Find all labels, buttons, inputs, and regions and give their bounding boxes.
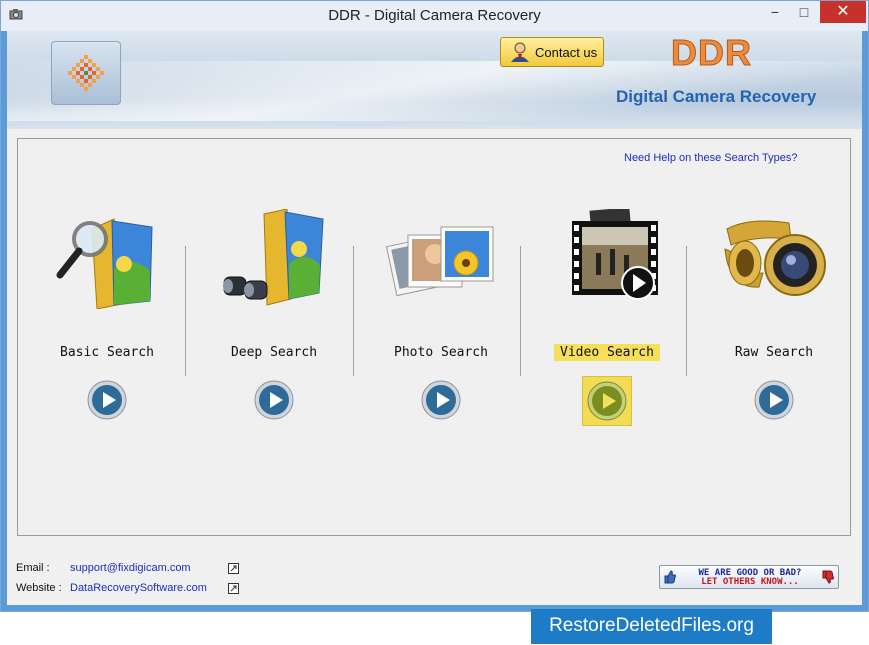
- maximize-button[interactable]: □: [791, 1, 817, 23]
- raw-search-option[interactable]: Raw Search: [694, 209, 854, 439]
- logo-square: [92, 79, 96, 83]
- website-link[interactable]: DataRecoverySoftware.com: [70, 582, 207, 594]
- checker-logo-icon: [68, 55, 104, 91]
- contact-us-label: Contact us: [535, 45, 598, 60]
- basic-search-option[interactable]: Basic Search: [27, 209, 187, 439]
- client-area: Contact us DDR Digital Camera Recovery N…: [7, 31, 862, 605]
- search-types-panel: Need Help on these Search Types? Basic S…: [17, 138, 851, 536]
- email-link[interactable]: support@fixdigicam.com: [70, 562, 191, 574]
- email-label: Email :: [16, 562, 50, 574]
- logo-square: [88, 75, 92, 79]
- logo-square: [88, 59, 92, 63]
- search-label: Photo Search: [394, 345, 488, 360]
- minimize-button[interactable]: −: [761, 1, 789, 23]
- email-row: Email : support@fixdigicam.com: [16, 562, 246, 576]
- website-row: Website : DataRecoverySoftware.com: [16, 582, 246, 596]
- photos-icon: [386, 226, 494, 297]
- logo-square: [84, 79, 88, 83]
- logo-square: [80, 83, 84, 87]
- logo-square: [96, 67, 100, 71]
- logo-square: [72, 67, 76, 71]
- play-icon: [254, 380, 294, 420]
- help-link[interactable]: Need Help on these Search Types?: [624, 152, 797, 164]
- search-label: Video Search: [527, 344, 687, 361]
- thumbs-down-icon: [822, 570, 834, 584]
- play-icon: [587, 381, 627, 421]
- title-bar[interactable]: DDR - Digital Camera Recovery − □ ✕: [1, 1, 868, 31]
- logo-square: [84, 63, 88, 67]
- logo-square: [92, 63, 96, 67]
- logo-square: [76, 79, 80, 83]
- external-link-icon[interactable]: [228, 583, 239, 594]
- start-basic-search-button[interactable]: [87, 380, 127, 420]
- person-icon: [511, 42, 529, 62]
- play-icon: [754, 380, 794, 420]
- start-photo-search-button[interactable]: [421, 380, 461, 420]
- window-title: DDR - Digital Camera Recovery: [328, 7, 541, 24]
- logo-square: [88, 67, 92, 71]
- magnifier-folder-icon: [56, 218, 153, 309]
- photo-search-option[interactable]: Photo Search: [361, 209, 521, 439]
- logo-square: [72, 75, 76, 79]
- logo-square: [80, 59, 84, 63]
- deep-search-option[interactable]: Deep Search: [194, 209, 354, 439]
- brand-subtitle: Digital Camera Recovery: [616, 87, 817, 106]
- logo-square: [80, 67, 84, 71]
- close-button[interactable]: ✕: [820, 1, 866, 23]
- logo-square: [68, 71, 72, 75]
- header-banner: Contact us DDR Digital Camera Recovery: [7, 31, 862, 129]
- logo-square: [92, 71, 96, 75]
- binoculars-folder-icon: [223, 209, 324, 306]
- logo-square: [76, 63, 80, 67]
- search-label: Raw Search: [734, 345, 814, 360]
- brand-title: DDR: [671, 32, 752, 74]
- app-logo: [51, 41, 121, 105]
- app-window: DDR - Digital Camera Recovery − □ ✕ Cont…: [0, 0, 869, 612]
- rate-line-2: LET OTHERS KNOW...: [701, 577, 799, 587]
- website-label: Website :: [16, 582, 62, 594]
- rate-us-button[interactable]: WE ARE GOOD OR BAD? LET OTHERS KNOW...: [659, 565, 839, 589]
- contact-us-button[interactable]: Contact us: [500, 37, 604, 67]
- logo-square: [84, 71, 88, 75]
- play-icon: [421, 380, 461, 420]
- logo-square: [96, 75, 100, 79]
- logo-square: [80, 75, 84, 79]
- play-icon: [87, 380, 127, 420]
- video-search-option[interactable]: Video Search: [527, 209, 687, 439]
- logo-square: [84, 87, 88, 91]
- logo-square: [100, 71, 104, 75]
- logo-square: [84, 55, 88, 59]
- camera-lens-film-icon: [724, 220, 826, 296]
- video-film-icon: [572, 209, 658, 300]
- search-label: Deep Search: [230, 345, 318, 360]
- thumbs-up-icon: [664, 570, 676, 584]
- start-raw-search-button[interactable]: [754, 380, 794, 420]
- start-video-search-button[interactable]: [582, 376, 632, 426]
- watermark-banner: RestoreDeletedFiles.org: [531, 609, 772, 644]
- logo-square: [76, 71, 80, 75]
- start-deep-search-button[interactable]: [254, 380, 294, 420]
- external-link-icon[interactable]: [228, 563, 239, 574]
- logo-square: [88, 83, 92, 87]
- search-label: Basic Search: [60, 345, 154, 360]
